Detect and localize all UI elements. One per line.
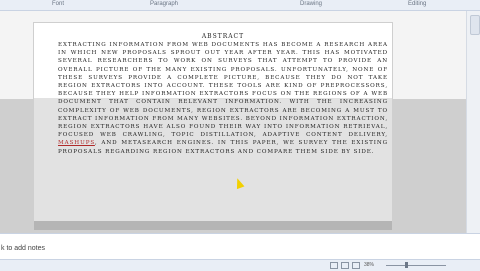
abstract-text-part-2: , and metasearch engines. In this paper,… — [58, 140, 388, 155]
zoom-slider-knob[interactable] — [405, 262, 408, 268]
ribbon-group-font[interactable]: Font — [52, 1, 64, 7]
text-placeholder[interactable]: ABSTRACT Extracting information from Web… — [58, 33, 388, 156]
ribbon-group-drawing[interactable]: Drawing — [300, 1, 322, 7]
vertical-scrollbar[interactable] — [466, 11, 480, 233]
slideshow-view-icon[interactable] — [352, 262, 360, 269]
notes-placeholder: k to add notes — [1, 245, 45, 252]
abstract-body: Extracting information from Web document… — [58, 41, 388, 156]
status-bar: 38% — [0, 259, 480, 271]
abstract-heading: ABSTRACT — [201, 33, 245, 40]
zoom-level[interactable]: 38% — [364, 262, 374, 268]
scrollbar-thumb[interactable] — [470, 15, 480, 35]
slide-canvas[interactable]: ABSTRACT Extracting information from Web… — [33, 22, 393, 230]
abstract-text-part-1: Extracting information from Web document… — [58, 42, 388, 139]
slide-bottom-bar — [34, 221, 392, 230]
ribbon-group-paragraph[interactable]: Paragraph — [150, 1, 178, 7]
ribbon-bar: Font Paragraph Drawing Editing — [0, 0, 480, 11]
zoom-slider[interactable] — [386, 265, 446, 266]
mashups-misspelled-word: mashups — [58, 140, 95, 147]
slide-sorter-view-icon[interactable] — [341, 262, 349, 269]
ribbon-group-editing[interactable]: Editing — [408, 1, 426, 7]
normal-view-icon[interactable] — [330, 262, 338, 269]
notes-pane[interactable]: k to add notes — [0, 233, 480, 260]
